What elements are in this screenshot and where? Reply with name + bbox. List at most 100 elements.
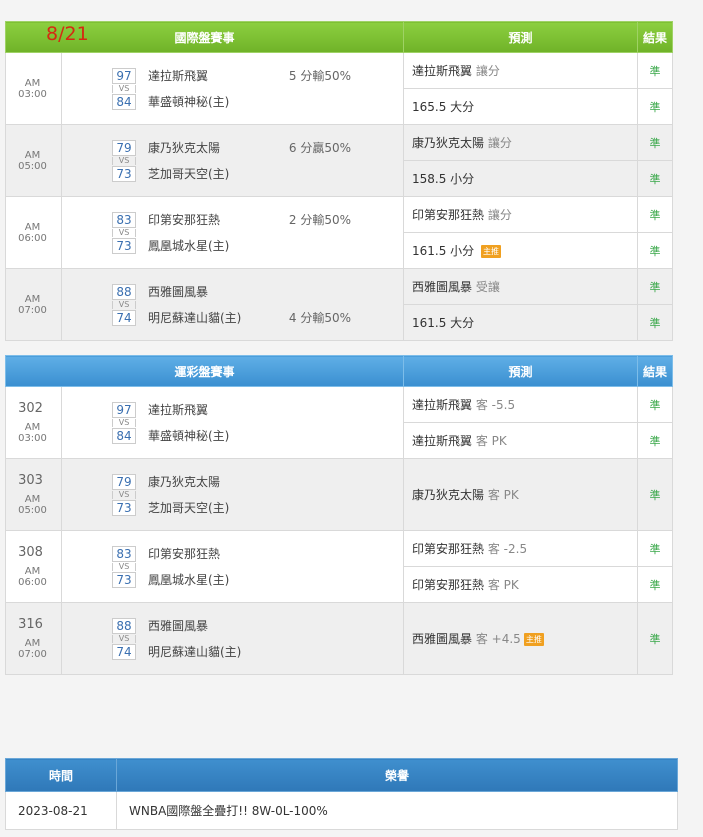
prediction-result: 準 [637, 422, 674, 459]
honor-text: WNBA國際盤全疊打!! 8W-0L-100% [116, 791, 678, 830]
prediction-line: 客 PK [487, 488, 519, 502]
game-time: AM 03:00 [18, 422, 47, 444]
game-time: AM 06:00 [18, 566, 47, 588]
matchup-cell: 79 康乃狄克太陽 VS 73 芝加哥天空(主) [60, 458, 405, 531]
game-row: AM 06:00 83 印第安那狂熱 2 分輸50% VS 73 鳳凰城水星(主) 印第安那狂… [5, 196, 674, 269]
home-score: 84 [112, 93, 136, 110]
prediction-cell: 西雅圖風暴 受讓 [403, 268, 639, 305]
vs-label: VS [112, 228, 136, 237]
prediction-pick: 康乃狄克太陽 [412, 136, 485, 150]
time-cell: AM 05:00 [5, 124, 62, 197]
away-score: 79 [112, 139, 136, 156]
home-score: 73 [112, 499, 136, 516]
featured-badge: 主推 [523, 633, 544, 646]
matchup-cell: 83 印第安那狂熱 2 分輸50% VS 73 鳳凰城水星(主) [60, 196, 405, 269]
time-cell: AM 06:00 [5, 196, 62, 269]
prediction-result: 準 [637, 160, 674, 197]
prediction-line: 客 +4.5 [475, 632, 521, 646]
prediction-result: 準 [637, 602, 674, 675]
matchup-cell: 97 達拉斯飛翼 5 分輸50% VS 84 華盛頓神秘(主) [60, 52, 405, 125]
game-result-text: 2 分輸50% [288, 213, 352, 227]
prediction-pick: 161.5 小分 [412, 244, 475, 258]
prediction-result: 準 [637, 196, 674, 233]
prediction-cell: 西雅圖風暴 客 +4.5 主推 [403, 602, 639, 675]
result-header: 結果 [637, 21, 674, 53]
prediction-cell: 印第安那狂熱 讓分 [403, 196, 639, 233]
prediction-pick: 西雅圖風暴 [412, 280, 473, 294]
away-row: 97 達拉斯飛翼 [112, 401, 403, 419]
international-header: 8/21 國際盤賽事 [4, 21, 405, 53]
time-cell: AM 07:00 [5, 268, 62, 341]
home-row: 73 鳳凰城水星(主) [112, 237, 403, 255]
prediction-pick: 印第安那狂熱 [412, 578, 485, 592]
matchup: 97 達拉斯飛翼 5 分輸50% VS 84 華盛頓神秘(主) [62, 63, 403, 115]
prediction-line: 客 PK [487, 578, 519, 592]
matchup: 88 西雅圖風暴 VS 74 明尼蘇達山貓(主) 4 分輸50% [62, 279, 403, 331]
prediction-cell: 康乃狄克太陽 客 PK [403, 458, 639, 531]
game-row: 302 AM 03:00 97 達拉斯飛翼 VS 84 華盛頓神秘(主) 達拉斯飛翼 客 -5… [5, 386, 674, 459]
prediction-pick: 達拉斯飛翼 [412, 398, 473, 412]
away-row: 88 西雅圖風暴 [112, 617, 403, 635]
vs-row: VS [112, 490, 403, 499]
away-row: 97 達拉斯飛翼 5 分輸50% [112, 67, 403, 85]
matchup-cell: 88 西雅圖風暴 VS 74 明尼蘇達山貓(主) [60, 602, 405, 675]
prediction-header: 預測 [403, 21, 639, 53]
away-team: 達拉斯飛翼 [148, 403, 209, 417]
prediction-pick: 達拉斯飛翼 [412, 64, 473, 78]
time-cell: AM 03:00 [5, 52, 62, 125]
international-table: 8/21 國際盤賽事 預測 結果 AM 03:00 97 達拉斯飛翼 5 分輸50% V… [4, 21, 674, 341]
away-score: 88 [112, 283, 136, 300]
home-team: 明尼蘇達山貓(主) [148, 645, 242, 659]
away-team: 印第安那狂熱 [148, 547, 221, 561]
vs-label: VS [112, 156, 136, 165]
prediction-line: 客 -5.5 [475, 398, 516, 412]
prediction-pick: 161.5 大分 [412, 316, 475, 330]
matchup: 88 西雅圖風暴 VS 74 明尼蘇達山貓(主) [62, 613, 403, 665]
matchup: 97 達拉斯飛翼 VS 84 華盛頓神秘(主) [62, 397, 403, 449]
honor-panel: 時間 榮譽 2023-08-21 WNBA國際盤全疊打!! 8W-0L-100% [5, 758, 678, 830]
game-row: AM 03:00 97 達拉斯飛翼 5 分輸50% VS 84 華盛頓神秘(主) 達拉斯飛翼 … [5, 52, 674, 125]
vs-label: VS [112, 84, 136, 93]
prediction-result: 準 [637, 52, 674, 89]
prediction-cell: 161.5 大分 [403, 304, 639, 341]
matchup: 79 康乃狄克太陽 VS 73 芝加哥天空(主) [62, 469, 403, 521]
away-row: 88 西雅圖風暴 [112, 283, 403, 301]
vs-row: VS [112, 156, 403, 165]
away-team: 康乃狄克太陽 [148, 141, 221, 155]
honor-row: 2023-08-21 WNBA國際盤全疊打!! 8W-0L-100% [5, 791, 678, 830]
honor-date: 2023-08-21 [5, 791, 117, 830]
away-score: 83 [112, 545, 136, 562]
vs-label: VS [112, 562, 136, 571]
game-time: AM 07:00 [18, 293, 47, 316]
prediction-cell: 達拉斯飛翼 客 PK [403, 422, 639, 459]
game-result-text: 5 分輸50% [288, 69, 352, 83]
away-row: 83 印第安那狂熱 2 分輸50% [112, 211, 403, 229]
prediction-line: 讓分 [475, 64, 500, 78]
home-score: 73 [112, 571, 136, 588]
featured-badge: 主推 [481, 245, 502, 258]
away-score: 83 [112, 211, 136, 228]
prediction-result: 準 [637, 458, 674, 531]
home-row: 73 芝加哥天空(主) [112, 165, 403, 183]
lottery-result-header: 結果 [637, 355, 674, 387]
home-team: 鳳凰城水星(主) [148, 239, 230, 253]
home-team: 芝加哥天空(主) [148, 501, 230, 515]
prediction-cell: 印第安那狂熱 客 PK [403, 566, 639, 603]
prediction-pick: 印第安那狂熱 [412, 208, 485, 222]
home-team: 鳳凰城水星(主) [148, 573, 230, 587]
vs-row: VS [112, 562, 403, 571]
matchup-cell: 88 西雅圖風暴 VS 74 明尼蘇達山貓(主) 4 分輸50% [60, 268, 405, 341]
home-row: 84 華盛頓神秘(主) [112, 427, 403, 445]
vs-label: VS [112, 300, 136, 309]
home-row: 73 鳳凰城水星(主) [112, 571, 403, 589]
vs-row: VS [112, 84, 403, 93]
vs-row: VS [112, 300, 403, 309]
game-row: AM 07:00 88 西雅圖風暴 VS 74 明尼蘇達山貓(主) 4 分輸50% 西雅圖風暴… [5, 268, 674, 341]
game-number: 303 [18, 473, 43, 488]
away-team: 康乃狄克太陽 [148, 475, 221, 489]
prediction-result: 準 [637, 268, 674, 305]
home-team: 明尼蘇達山貓(主) [148, 311, 242, 325]
game-row: 316 AM 07:00 88 西雅圖風暴 VS 74 明尼蘇達山貓(主) 西雅圖風暴 客 +… [5, 602, 674, 675]
prediction-pick: 西雅圖風暴 [412, 632, 473, 646]
home-row: 84 華盛頓神秘(主) [112, 93, 403, 111]
